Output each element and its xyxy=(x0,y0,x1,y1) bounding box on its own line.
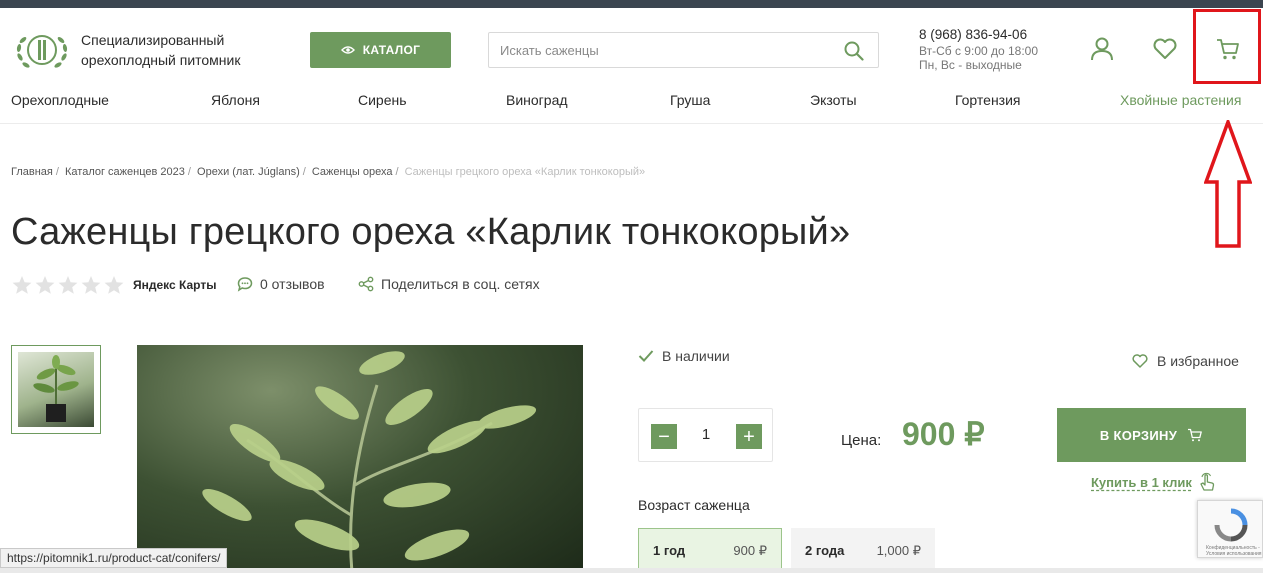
quantity-value[interactable]: 1 xyxy=(684,426,728,443)
rating-stars[interactable] xyxy=(11,274,125,296)
in-stock-label: В наличии xyxy=(662,348,730,364)
rating-row: Яндекс Карты xyxy=(11,274,216,296)
nav-item-lilac[interactable]: Сирень xyxy=(358,92,407,108)
user-icon[interactable] xyxy=(1089,36,1115,62)
brand-line-1: Специализированный xyxy=(81,32,225,48)
nav-item-hydrangea[interactable]: Гортензия xyxy=(955,92,1021,108)
hours-line-1: Вт-Сб с 9:00 до 18:00 xyxy=(919,44,1039,58)
age-option-price: 1,000 ₽ xyxy=(876,542,921,558)
star-icon xyxy=(12,276,32,294)
logo-icon[interactable] xyxy=(11,26,73,74)
eye-icon xyxy=(340,46,355,54)
quantity-decrease-button[interactable]: − xyxy=(651,424,677,449)
price-value: 900 ₽ xyxy=(902,416,985,452)
cart-highlight-box xyxy=(1193,9,1261,84)
breadcrumb-current: Саженцы грецкого ореха «Карлик тонкокоры… xyxy=(404,166,646,178)
nav-item-nut-trees[interactable]: Орехоплодные xyxy=(11,92,109,108)
cart-icon xyxy=(1188,428,1202,442)
brand-line-2: орехоплодный питомник xyxy=(81,52,241,68)
price-label: Цена: xyxy=(841,432,882,449)
star-icon xyxy=(35,276,55,294)
recaptcha-badge[interactable]: Конфиденциальность - Условия использован… xyxy=(1197,500,1263,558)
nav-item-grape[interactable]: Виноград xyxy=(506,92,568,108)
recaptcha-text: Конфиденциальность - Условия использован… xyxy=(1206,545,1262,557)
in-stock-status: В наличии xyxy=(638,348,730,364)
pointer-hand-icon xyxy=(1200,472,1215,491)
age-option-label: 1 год xyxy=(653,543,686,558)
share-icon xyxy=(358,276,374,292)
category-nav: Орехоплодные Яблоня Сирень Виноград Груш… xyxy=(0,90,1263,124)
add-to-cart-button[interactable]: В КОРЗИНУ xyxy=(1057,408,1246,462)
age-title: Возраст саженца xyxy=(638,497,750,513)
star-icon xyxy=(104,276,124,294)
reviews-link[interactable]: 0 отзывов xyxy=(237,276,325,292)
age-option-2-years[interactable]: 2 года 1,000 ₽ xyxy=(791,528,935,573)
up-arrow-annotation xyxy=(1204,120,1252,248)
breadcrumb-nut-seedlings[interactable]: Саженцы ореха xyxy=(312,166,393,178)
recaptcha-icon xyxy=(1214,508,1248,542)
breadcrumb-nuts[interactable]: Орехи (лат. Júglans) xyxy=(197,166,300,178)
one-click-label: Купить в 1 клик xyxy=(1091,474,1192,490)
favorites-label: В избранное xyxy=(1157,353,1239,369)
status-bar-url: https://pitomnik1.ru/product-cat/conifer… xyxy=(0,548,228,568)
brand-name[interactable]: Специализированный орехоплодный питомник xyxy=(81,30,240,70)
nav-item-conifers[interactable]: Хвойные растения xyxy=(1120,92,1241,108)
catalog-button[interactable]: КАТАЛОГ xyxy=(310,32,451,68)
nav-item-exotics[interactable]: Экзоты xyxy=(810,92,857,108)
age-option-price: 900 ₽ xyxy=(733,542,767,558)
buy-one-click-link[interactable]: Купить в 1 клик xyxy=(1091,472,1217,492)
quantity-stepper: − 1 + xyxy=(638,408,773,462)
heart-icon[interactable] xyxy=(1152,36,1178,62)
star-icon xyxy=(81,276,101,294)
nav-item-apple[interactable]: Яблоня xyxy=(211,92,260,108)
comment-icon xyxy=(237,277,253,292)
search-input[interactable] xyxy=(489,33,819,67)
hours-line-2: Пн, Вс - выходные xyxy=(919,58,1022,72)
yandex-maps-label[interactable]: Яндекс Карты xyxy=(133,278,216,292)
product-main-image[interactable] xyxy=(137,345,583,573)
check-icon xyxy=(638,350,654,362)
age-option-1-year[interactable]: 1 год 900 ₽ xyxy=(638,528,782,573)
thumbnail-image xyxy=(18,352,94,427)
add-to-cart-label: В КОРЗИНУ xyxy=(1099,427,1178,443)
phone-number[interactable]: 8 (968) 836-94-06 xyxy=(919,27,1027,42)
bottom-taskbar xyxy=(0,568,1263,573)
share-link[interactable]: Поделиться в соц. сетях xyxy=(358,276,540,292)
reviews-count: 0 отзывов xyxy=(260,276,325,292)
star-icon xyxy=(58,276,78,294)
working-hours: Вт-Сб с 9:00 до 18:00 Пн, Вс - выходные xyxy=(919,44,1038,72)
nav-item-pear[interactable]: Груша xyxy=(670,92,710,108)
breadcrumb-home[interactable]: Главная xyxy=(11,166,53,178)
breadcrumb: Главная / Каталог саженцев 2023/ Орехи (л… xyxy=(11,166,646,178)
product-thumbnail[interactable] xyxy=(11,345,101,434)
heart-icon xyxy=(1132,354,1148,368)
age-option-label: 2 года xyxy=(805,543,845,558)
catalog-label: КАТАЛОГ xyxy=(362,43,421,57)
share-label: Поделиться в соц. сетях xyxy=(381,276,540,292)
add-to-favorites[interactable]: В избранное xyxy=(1132,353,1239,369)
search-box xyxy=(488,32,879,68)
quantity-increase-button[interactable]: + xyxy=(736,424,762,449)
breadcrumb-catalog[interactable]: Каталог саженцев 2023 xyxy=(65,166,185,178)
browser-top-strip xyxy=(0,0,1263,8)
search-icon[interactable] xyxy=(844,41,864,61)
page-title: Саженцы грецкого ореха «Карлик тонкокоры… xyxy=(11,211,851,253)
